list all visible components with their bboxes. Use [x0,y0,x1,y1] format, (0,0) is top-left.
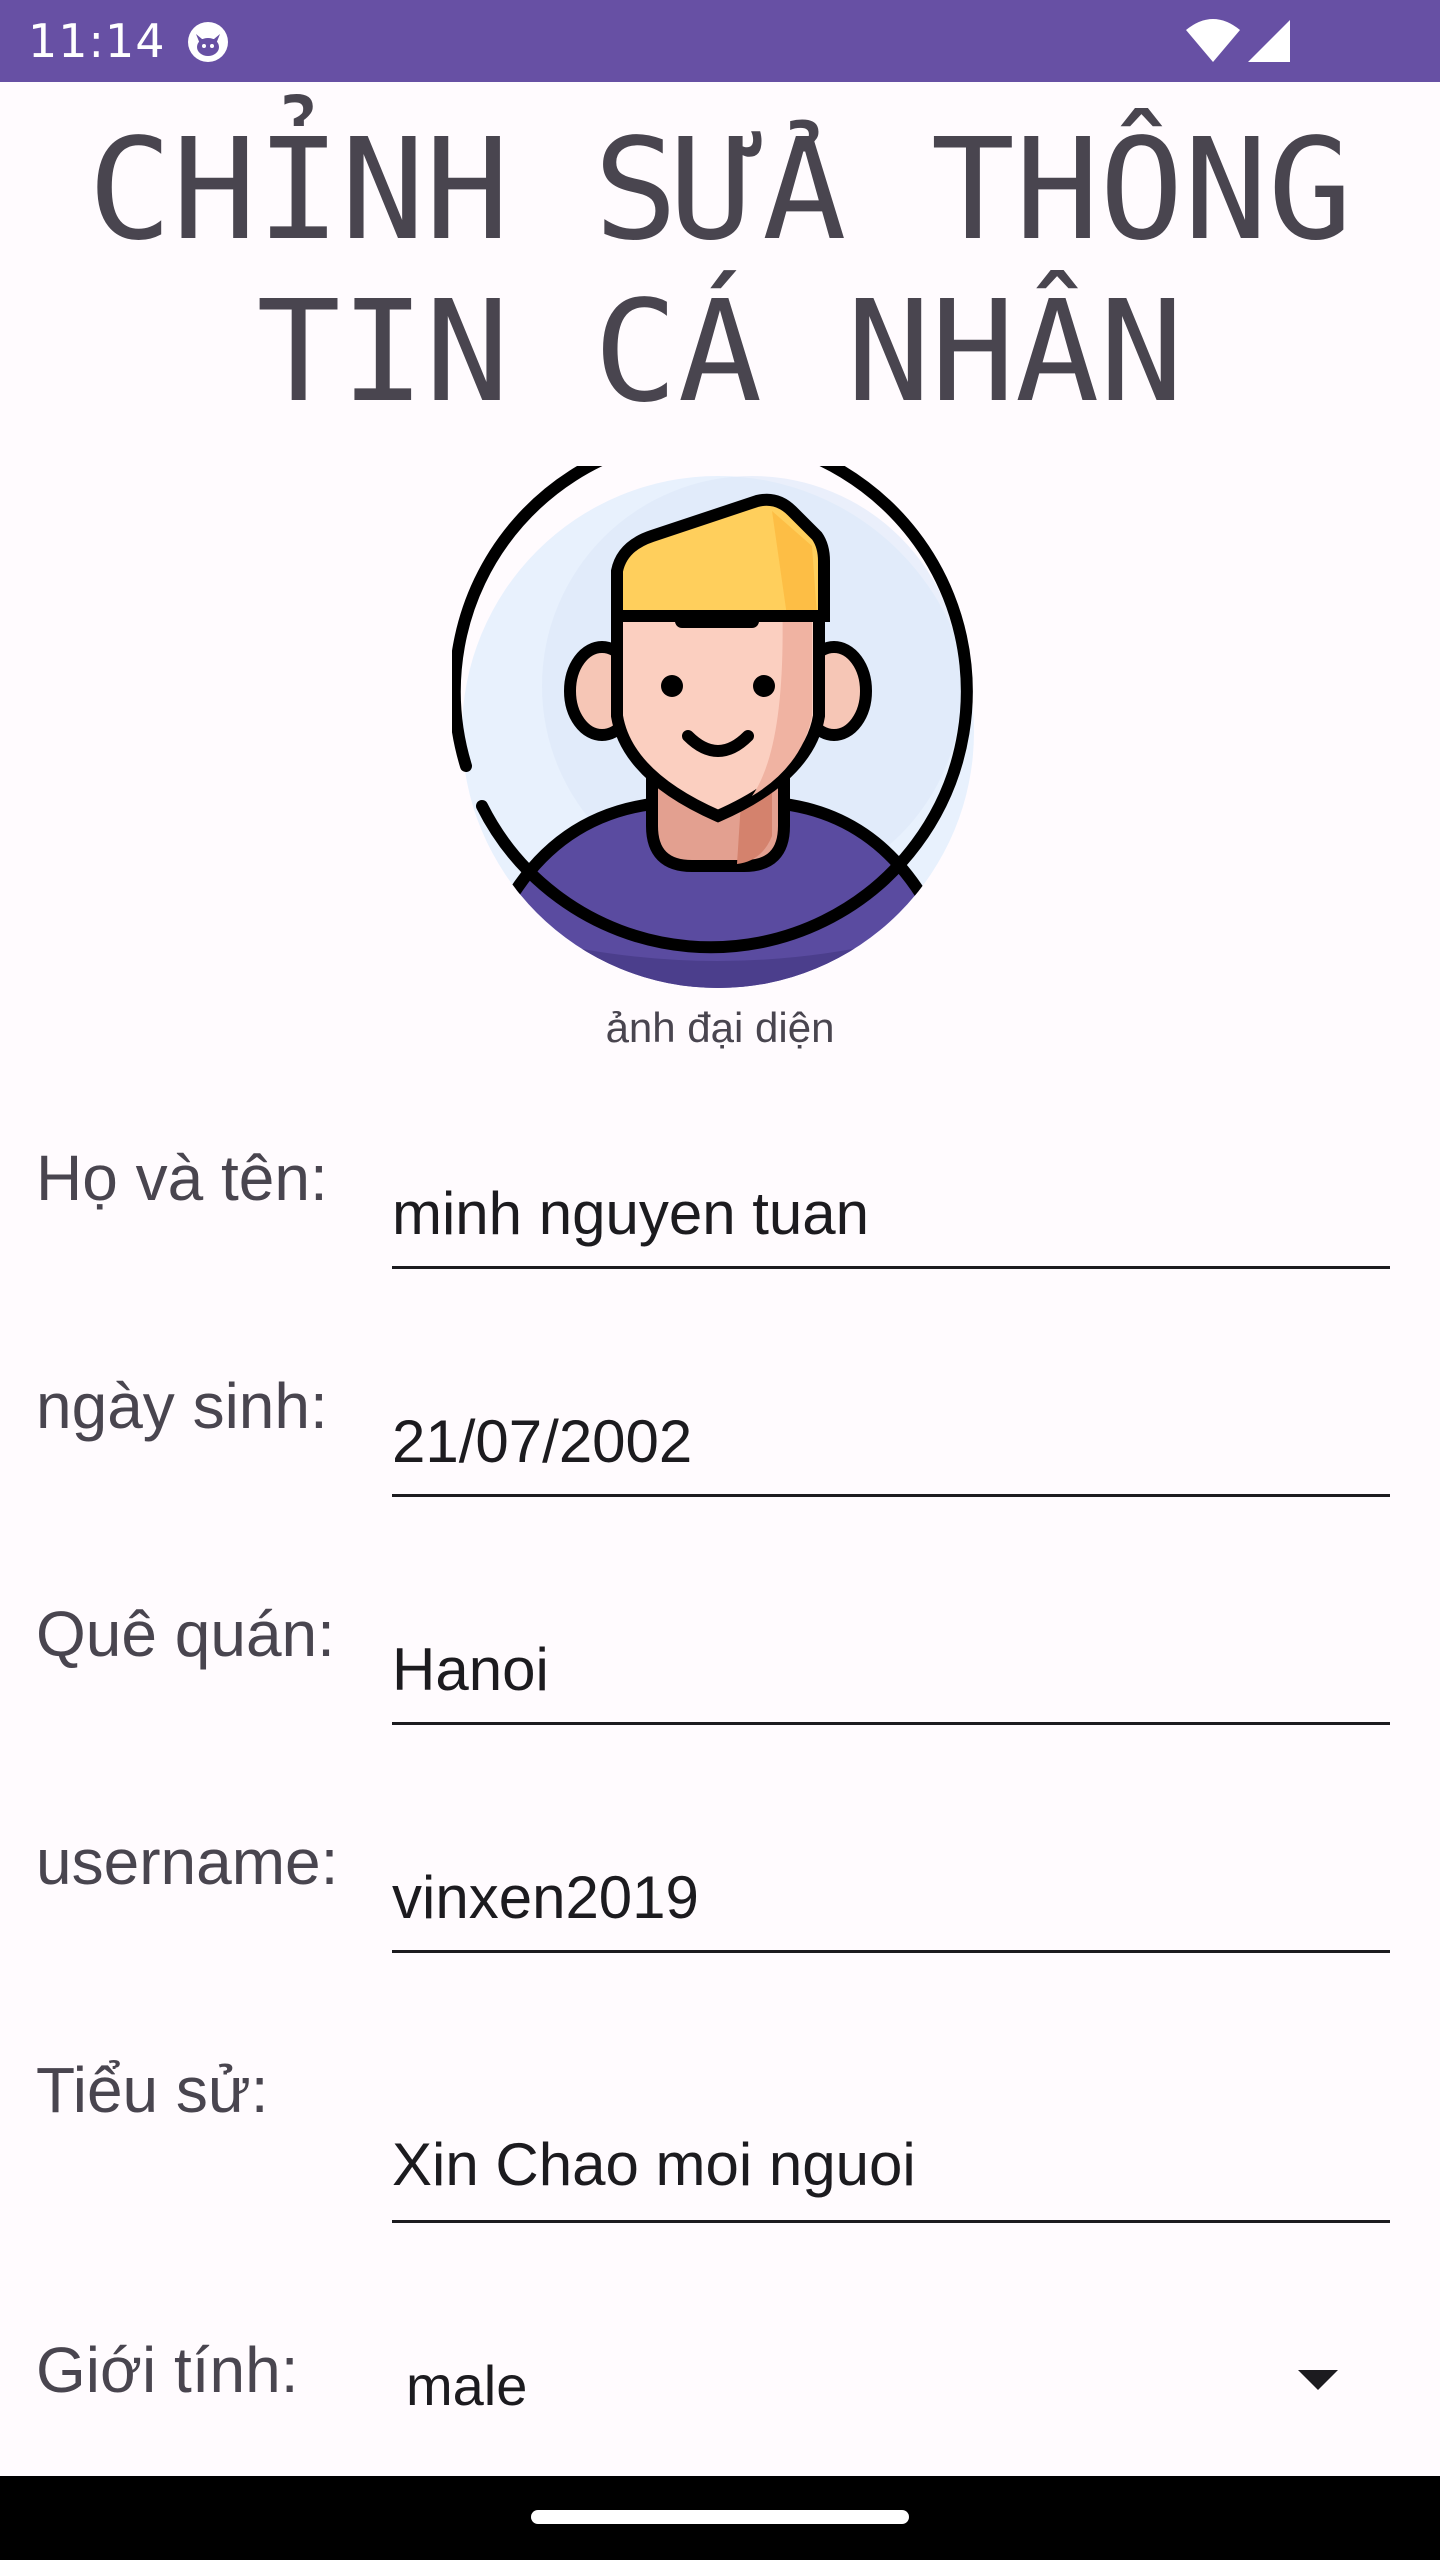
cat-notification-icon [188,22,228,62]
bio-input[interactable] [392,2110,1390,2223]
username-label: username: [36,1826,339,1898]
birthday-input[interactable] [392,1398,1390,1497]
birthday-label: ngày sinh: [36,1370,328,1442]
dropdown-arrow-icon [1298,2370,1338,2390]
home-gesture-handle[interactable] [531,2510,909,2524]
page-title: CHỈNH SỬA THÔNG TIN CÁ NHÂN [87,109,1353,434]
fullname-input[interactable] [392,1170,1390,1269]
fullname-label: Họ và tên: [36,1142,328,1214]
avatar-caption: ảnh đại diện [605,1004,835,1051]
signal-icon [1248,20,1290,62]
hometown-input[interactable] [392,1626,1390,1725]
status-time: 11:14 [28,14,166,68]
bio-label: Tiểu sử: [36,2054,269,2126]
hometown-label: Quê quán: [36,1598,335,1670]
gender-label: Giới tính: [36,2334,299,2406]
navigation-bar [0,2476,1440,2560]
user-avatar-icon[interactable] [452,466,984,998]
wifi-icon [1186,19,1240,62]
status-bar: 11:14 [0,0,1440,82]
gender-selected-value: male [406,2354,528,2417]
gender-dropdown[interactable]: male [392,2336,1390,2436]
username-input[interactable] [392,1854,1390,1953]
